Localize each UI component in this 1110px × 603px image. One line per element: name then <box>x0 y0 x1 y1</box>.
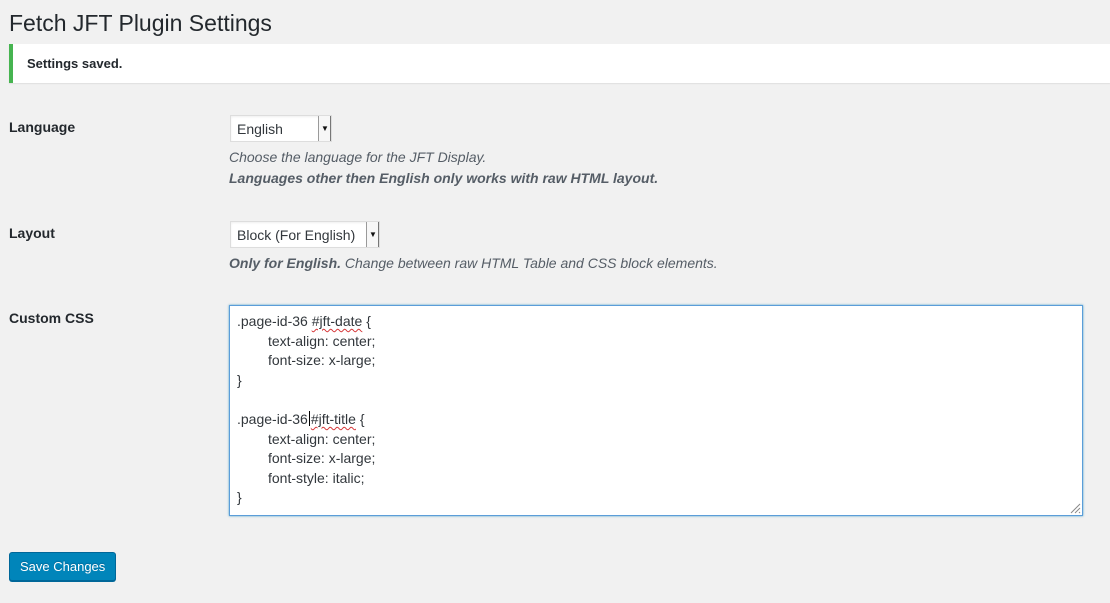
custom-css-textarea[interactable]: .page-id-36 #jft-date { text-align: cent… <box>229 305 1083 516</box>
chevron-down-icon: ▼ <box>366 222 379 247</box>
code-line: .page-id-36 #jft-date { <box>237 313 371 329</box>
language-note: Languages other then English only works … <box>229 168 658 189</box>
text-caret <box>308 410 310 426</box>
code-line: .page-id-36 #jft-title { <box>237 410 365 427</box>
save-changes-button[interactable]: Save Changes <box>9 552 117 581</box>
code-line: text-align: center; <box>268 430 376 447</box>
spellcheck-word: #jft-title <box>310 410 356 427</box>
code-line: font-style: italic; <box>268 469 365 486</box>
language-label: Language <box>9 119 76 135</box>
code-line: } <box>237 371 242 388</box>
layout-select[interactable]: Block (For English) ▼ <box>230 221 380 248</box>
notice-text: Settings saved. <box>27 56 123 71</box>
language-select[interactable]: English ▼ <box>230 115 332 142</box>
spellcheck-word: #jft-date <box>311 313 363 329</box>
page-title: Fetch JFT Plugin Settings <box>9 10 272 36</box>
code-line: } <box>237 489 242 506</box>
code-line: text-align: center; <box>268 332 376 349</box>
language-description: Choose the language for the JFT Display. <box>229 149 487 165</box>
code-line: font-size: x-large; <box>268 450 376 467</box>
layout-description-text: Change between raw HTML Table and CSS bl… <box>341 255 718 271</box>
settings-saved-notice: Settings saved. <box>9 44 1110 83</box>
resize-handle-icon[interactable] <box>1069 502 1081 514</box>
layout-description: Only for English. Change between raw HTM… <box>229 253 718 274</box>
language-select-value: English <box>237 121 283 137</box>
layout-select-value: Block (For English) <box>237 227 356 243</box>
layout-label: Layout <box>9 225 55 241</box>
custom-css-label: Custom CSS <box>9 310 94 326</box>
layout-description-bold: Only for English. <box>229 255 342 271</box>
language-note-text: Languages other then English only works … <box>229 170 659 186</box>
code-line: font-size: x-large; <box>268 352 376 369</box>
chevron-down-icon: ▼ <box>318 116 331 141</box>
